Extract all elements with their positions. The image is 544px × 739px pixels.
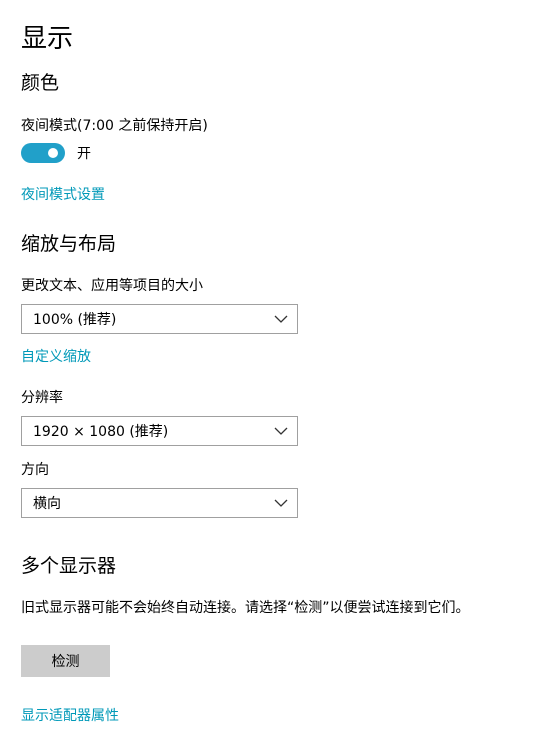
resolution-value: 1920 × 1080 (推荐) (33, 424, 169, 440)
chevron-down-icon (274, 499, 288, 507)
display-adapter-properties-link[interactable]: 显示适配器属性 (21, 706, 119, 726)
color-section-heading: 颜色 (21, 72, 60, 94)
night-mode-settings-link[interactable]: 夜间模式设置 (21, 185, 105, 205)
toggle-knob (48, 148, 58, 158)
detect-button[interactable]: 检测 (21, 645, 110, 677)
chevron-down-icon (274, 427, 288, 435)
chevron-down-icon (274, 315, 288, 323)
night-mode-label: 夜间模式(7:00 之前保持开启) (21, 118, 208, 134)
multiple-displays-description: 旧式显示器可能不会始终自动连接。请选择“检测”以便尝试连接到它们。 (21, 600, 470, 616)
text-size-label: 更改文本、应用等项目的大小 (21, 278, 203, 294)
night-mode-toggle[interactable] (21, 143, 65, 163)
orientation-label: 方向 (21, 462, 49, 478)
orientation-value: 横向 (33, 496, 61, 512)
multiple-displays-heading: 多个显示器 (21, 555, 117, 577)
scale-layout-heading: 缩放与布局 (21, 233, 117, 255)
resolution-label: 分辨率 (21, 390, 63, 406)
text-size-value: 100% (推荐) (33, 312, 117, 328)
custom-scaling-link[interactable]: 自定义缩放 (21, 347, 91, 367)
orientation-dropdown[interactable]: 横向 (21, 488, 298, 518)
night-mode-toggle-state: 开 (77, 146, 91, 162)
text-size-dropdown[interactable]: 100% (推荐) (21, 304, 298, 334)
resolution-dropdown[interactable]: 1920 × 1080 (推荐) (21, 416, 298, 446)
page-title: 显示 (21, 24, 74, 54)
